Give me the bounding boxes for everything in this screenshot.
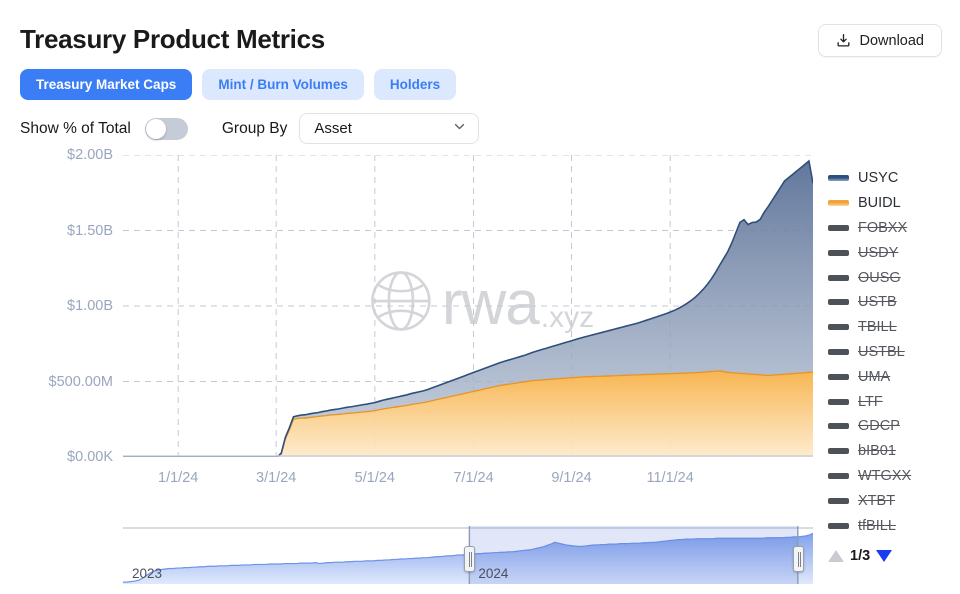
legend-item-tbill[interactable]: TBILL bbox=[828, 315, 958, 340]
chart-legend: USYC BUIDL FOBXX USDY OUSG USTB TBILL USTBL UMA L… bbox=[828, 166, 958, 538]
x-axis-tick: 11/1/24 bbox=[646, 470, 694, 486]
legend-swatch bbox=[828, 299, 849, 306]
y-axis-tick: $2.00B bbox=[67, 147, 113, 163]
x-axis-tick: 3/1/24 bbox=[256, 470, 297, 486]
legend-swatch bbox=[828, 249, 849, 256]
legend-pager: 1/3 bbox=[828, 548, 893, 564]
legend-item-wtgxx[interactable]: WTGXX bbox=[828, 464, 958, 489]
series-paths bbox=[123, 159, 814, 458]
brush-year-right: 2024 bbox=[478, 566, 509, 581]
group-by-label: Group By bbox=[221, 119, 288, 137]
legend-item-uma[interactable]: UMA bbox=[828, 364, 958, 389]
plot-svg bbox=[123, 154, 814, 458]
y-axis-tick: $1.00B bbox=[67, 298, 113, 314]
legend-item-ustb[interactable]: USTB bbox=[828, 290, 958, 315]
x-axis-tick: 1/1/24 bbox=[158, 470, 199, 486]
y-axis-tick: $0.00K bbox=[67, 449, 113, 465]
chart-area: $0.00K $500.00M $1.00B $1.50B $2.00B rwa .xy… bbox=[0, 147, 960, 508]
legend-label: tfBILL bbox=[858, 517, 896, 534]
show-percent-toggle[interactable] bbox=[144, 117, 188, 140]
legend-label: USTBL bbox=[858, 343, 905, 360]
triangle-down-icon[interactable] bbox=[876, 550, 893, 562]
legend-item-usyc[interactable]: USYC bbox=[828, 166, 958, 191]
legend-label: TBILL bbox=[858, 319, 897, 336]
y-axis-tick: $1.50B bbox=[67, 222, 113, 239]
legend-item-buidl[interactable]: BUIDL bbox=[828, 191, 958, 216]
toggle-knob bbox=[145, 118, 166, 139]
legend-swatch bbox=[828, 497, 849, 504]
legend-swatch bbox=[828, 324, 849, 331]
legend-label: OUSG bbox=[858, 269, 901, 286]
legend-label: USYC bbox=[858, 170, 899, 187]
legend-label: bIB01 bbox=[858, 443, 896, 460]
treasury-metrics-page: Treasury Product Metrics Download Treasu… bbox=[0, 0, 960, 594]
brush-year-left: 2023 bbox=[132, 566, 163, 581]
legend-item-usdy[interactable]: USDY bbox=[828, 240, 958, 265]
legend-item-tfbill[interactable]: tfBILL bbox=[828, 513, 958, 538]
legend-label: USDY bbox=[858, 244, 899, 261]
x-axis-tick: 7/1/24 bbox=[453, 470, 494, 486]
metric-tabs: Treasury Market Caps Mint / Burn Volumes… bbox=[20, 69, 457, 100]
legend-label: BUIDL bbox=[858, 195, 901, 212]
triangle-up-icon[interactable] bbox=[828, 550, 844, 562]
tab-treasury-market-caps[interactable]: Treasury Market Caps bbox=[20, 69, 193, 100]
group-by-select[interactable]: Asset bbox=[299, 113, 480, 144]
page-title: Treasury Product Metrics bbox=[20, 24, 325, 54]
time-range-brush[interactable]: 2023 2024 bbox=[123, 526, 814, 584]
legend-swatch bbox=[828, 522, 849, 529]
legend-label: FOBXX bbox=[858, 219, 908, 236]
x-axis-tick: 5/1/24 bbox=[354, 470, 396, 486]
legend-swatch bbox=[828, 472, 849, 479]
download-button-label: Download bbox=[859, 32, 925, 49]
legend-item-fobxx[interactable]: FOBXX bbox=[828, 216, 958, 241]
legend-swatch bbox=[828, 448, 849, 455]
legend-label: WTGXX bbox=[858, 467, 912, 484]
show-percent-label: Show % of Total bbox=[20, 119, 131, 137]
brush-handle-right[interactable] bbox=[792, 546, 804, 572]
legend-label: GDCP bbox=[858, 418, 900, 435]
legend-item-gdcp[interactable]: GDCP bbox=[828, 414, 958, 439]
legend-swatch bbox=[828, 175, 849, 182]
group-by-value: Asset bbox=[314, 120, 352, 137]
chevron-down-icon bbox=[452, 119, 467, 138]
legend-swatch bbox=[828, 398, 849, 405]
x-axis-tick: 9/1/24 bbox=[551, 470, 592, 486]
legend-swatch bbox=[828, 348, 849, 355]
legend-label: LTF bbox=[858, 393, 883, 410]
legend-item-ustbl[interactable]: USTBL bbox=[828, 340, 958, 365]
brush-handle-left[interactable] bbox=[464, 546, 476, 572]
x-axis-labels: 1/1/24 3/1/24 5/1/24 7/1/24 9/1/24 11/1/24 bbox=[123, 470, 813, 496]
legend-label: USTB bbox=[858, 294, 897, 311]
chart-controls: Show % of Total Group By Asset bbox=[20, 113, 480, 144]
legend-page-indicator: 1/3 bbox=[850, 548, 871, 564]
download-button[interactable]: Download bbox=[817, 24, 942, 57]
legend-label: XTBT bbox=[858, 492, 896, 509]
legend-swatch bbox=[828, 200, 849, 207]
legend-item-ltf[interactable]: LTF bbox=[828, 389, 958, 414]
tab-holders[interactable]: Holders bbox=[373, 69, 457, 100]
legend-label: UMA bbox=[858, 368, 891, 385]
legend-swatch bbox=[828, 224, 849, 231]
legend-swatch bbox=[828, 373, 849, 380]
legend-swatch bbox=[828, 274, 849, 281]
y-axis-tick: $500.00M bbox=[48, 373, 114, 390]
y-axis-labels: $0.00K $500.00M $1.00B $1.50B $2.00B bbox=[0, 147, 114, 478]
stacked-area-plot[interactable] bbox=[123, 154, 814, 458]
legend-item-xtbt[interactable]: XTBT bbox=[828, 488, 958, 513]
tab-mint-burn-volumes[interactable]: Mint / Burn Volumes bbox=[202, 69, 364, 100]
legend-item-bib01[interactable]: bIB01 bbox=[828, 439, 958, 464]
download-tray-icon bbox=[836, 33, 851, 48]
legend-swatch bbox=[828, 423, 849, 430]
legend-item-ousg[interactable]: OUSG bbox=[828, 265, 958, 290]
